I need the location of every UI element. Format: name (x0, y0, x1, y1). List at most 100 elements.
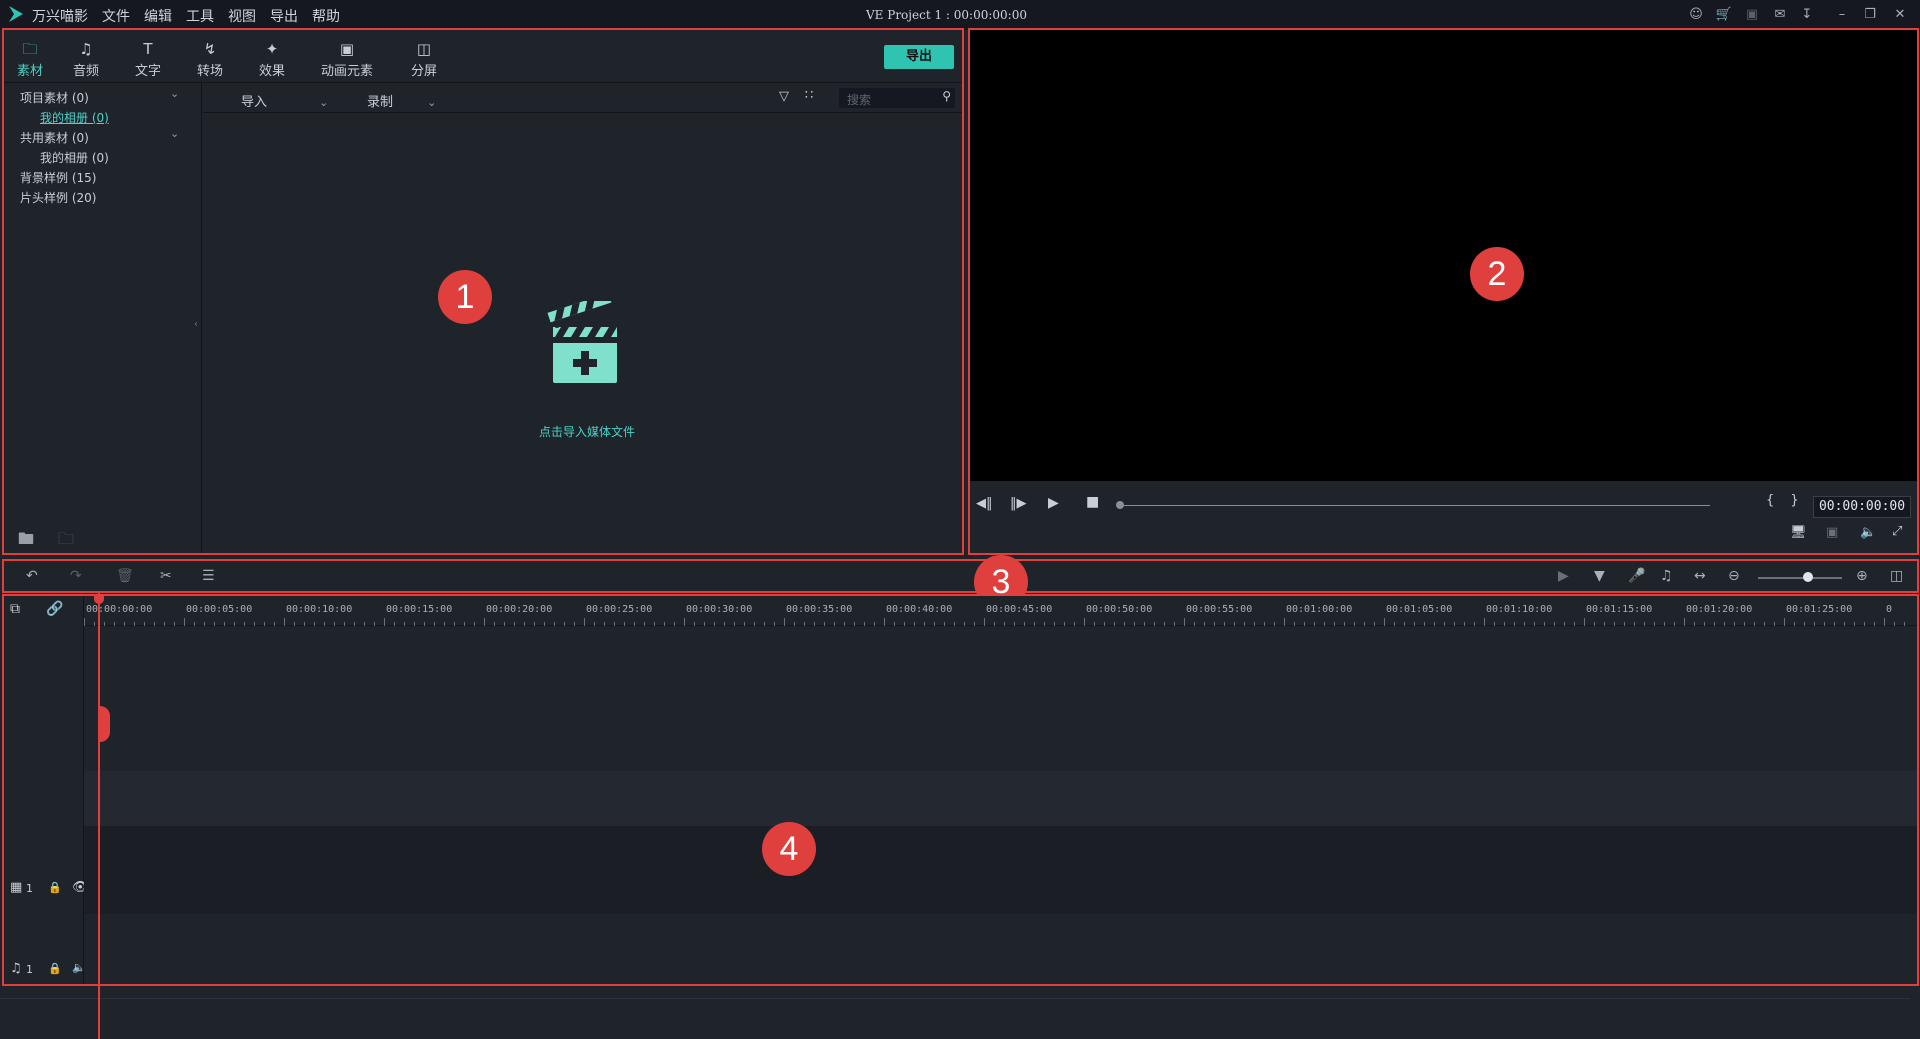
progress-track[interactable] (1120, 505, 1710, 506)
ruler-tick (84, 618, 85, 626)
snapshot-icon[interactable]: ▣ (1826, 525, 1838, 540)
undo-icon[interactable]: ↶ (26, 568, 38, 584)
delete-icon[interactable]: 🗑 (116, 568, 134, 584)
tab-label: 转场 (196, 64, 223, 79)
sidebar-item-project-media[interactable]: 项目素材 (0) (20, 89, 89, 106)
import-media-icon[interactable] (545, 293, 625, 385)
grid-view-icon[interactable]: ∷ (805, 88, 813, 103)
next-frame-icon[interactable]: ‖▶ (1010, 496, 1027, 511)
play-icon[interactable]: ▶ (1048, 495, 1059, 511)
callout-2: 2 (1470, 247, 1524, 301)
tab-transition[interactable]: ↯ 转场 (184, 40, 236, 79)
timeline-ruler[interactable]: 00:00:00:00 00:00:05:00 00:00:10:00 00:00:1… (84, 596, 1917, 626)
download-icon[interactable]: ↧ (1797, 5, 1817, 25)
add-track-icon[interactable]: ⧉ (10, 601, 20, 617)
menu-view[interactable]: 视图 (228, 6, 256, 26)
search-input[interactable]: 搜索 ⚲ (839, 88, 955, 108)
title-bar: 万兴喵影 文件 编辑 工具 视图 导出 帮助 VE Project 1 : 00… (0, 0, 1920, 30)
import-media-hint[interactable]: 点击导入媒体文件 (527, 423, 647, 440)
callout-4: 4 (762, 822, 816, 876)
restore-icon[interactable]: ❐ (1860, 5, 1880, 25)
zoom-in-icon[interactable]: ⊕ (1856, 568, 1868, 584)
import-label: 导入 (241, 95, 268, 110)
menu-file[interactable]: 文件 (102, 6, 130, 26)
media-subbar: 导入 ⌄ 录制 ⌄ ▽ ∷ 搜索 ⚲ (203, 83, 962, 113)
zoom-slider[interactable] (1758, 577, 1842, 579)
filter-icon[interactable]: ▽ (779, 89, 789, 104)
marker-icon[interactable]: ▼ (1594, 568, 1605, 584)
video-track[interactable] (84, 826, 1917, 914)
sidebar-item-intros[interactable]: 片头样例 (20) (20, 189, 96, 206)
prev-frame-icon[interactable]: ◀‖ (976, 496, 993, 511)
tab-audio[interactable]: ♫ 音频 (60, 40, 112, 79)
close-icon[interactable]: ✕ (1890, 5, 1910, 25)
timeline-track-band[interactable] (84, 771, 1917, 826)
video-track-number: 1 (26, 882, 33, 895)
menu-export[interactable]: 导出 (270, 6, 298, 26)
collapse-handle-icon[interactable]: ‹ (194, 319, 198, 330)
menu-edit[interactable]: 编辑 (144, 6, 172, 26)
redo-icon[interactable]: ↷ (70, 568, 82, 584)
audio-track[interactable] (84, 914, 1917, 984)
edit-toolbar: ↶ ↷ 🗑 ✂ ☰ ▶ ▼ 🎤 ♫ ↔ ⊖ ⊕ ◫ 3 (2, 555, 1919, 609)
ruler-label: 00:00:35:00 (786, 604, 853, 615)
ruler-tick (884, 618, 885, 626)
tab-split-screen[interactable]: ◫ 分屏 (398, 40, 450, 79)
export-button[interactable]: 导出 (884, 45, 954, 69)
tab-effects[interactable]: ✦ 效果 (246, 40, 298, 79)
playhead-top[interactable] (94, 594, 104, 604)
ruler-tick (984, 618, 985, 626)
fit-timeline-icon[interactable]: ↔ (1694, 568, 1706, 584)
ruler-tick (484, 618, 485, 626)
ruler-label: 00:00:40:00 (886, 604, 953, 615)
menu-tools[interactable]: 工具 (186, 6, 214, 26)
save-icon[interactable]: ▣ (1742, 5, 1762, 25)
audio-mixer-icon[interactable]: ♫ (1660, 568, 1673, 584)
zoom-slider-handle[interactable] (1803, 572, 1813, 582)
minimize-icon[interactable]: – (1832, 5, 1852, 25)
adjust-icon[interactable]: ☰ (202, 568, 215, 584)
chevron-down-icon[interactable]: ⌄ (170, 127, 179, 140)
ruler-tick (1684, 618, 1685, 626)
playhead[interactable] (98, 592, 100, 1039)
fullscreen-icon[interactable]: ⤢ (1892, 524, 1902, 539)
cart-icon[interactable]: 🛒 (1714, 5, 1734, 25)
ruler-label: 00:00:00:00 (86, 604, 153, 615)
layout-toggle-icon[interactable]: ◫ (1890, 568, 1903, 584)
mail-icon[interactable]: ✉ (1770, 5, 1790, 25)
render-preview-icon[interactable]: ▶ (1558, 568, 1569, 584)
sidebar-item-shared-media[interactable]: 共用素材 (0) (20, 129, 89, 146)
volume-icon[interactable]: 🔈 (1860, 525, 1876, 540)
tab-text[interactable]: T 文字 (122, 40, 174, 79)
microphone-icon[interactable]: 🎤 (1628, 568, 1645, 584)
lock-icon[interactable]: 🔒 (48, 881, 62, 894)
ruler-label: 00:01:10:00 (1486, 604, 1553, 615)
menu-help[interactable]: 帮助 (312, 6, 340, 26)
mark-in-out-icon[interactable]: { } (1766, 493, 1805, 508)
tab-media[interactable]: 🗀 素材 (4, 40, 56, 79)
import-dropdown[interactable]: 导入 ⌄ (241, 91, 328, 110)
lock-icon[interactable]: 🔒 (48, 962, 62, 975)
ruler-tick (1184, 618, 1185, 626)
delete-folder-icon[interactable]: 🗀 (58, 528, 74, 555)
ruler-tick (184, 618, 185, 626)
tab-label: 动画元素 (320, 64, 373, 79)
progress-handle[interactable] (1116, 501, 1124, 509)
link-icon[interactable]: 🔗 (46, 601, 63, 617)
chevron-down-icon[interactable]: ⌄ (170, 87, 179, 100)
account-icon[interactable]: ☺ (1686, 5, 1706, 25)
sidebar-item-shared-album[interactable]: 我的相册 (0) (40, 149, 109, 166)
playhead-grip[interactable] (98, 706, 110, 742)
sidebar-item-my-album[interactable]: 我的相册 (0) (40, 109, 109, 126)
cut-icon[interactable]: ✂ (160, 568, 172, 584)
ruler-tick (284, 618, 285, 626)
new-folder-icon[interactable]: 🖿 (18, 528, 34, 555)
sidebar-item-backgrounds[interactable]: 背景样例 (15) (20, 169, 96, 186)
search-icon[interactable]: ⚲ (942, 89, 951, 103)
timeline-track-area[interactable] (84, 626, 1917, 771)
display-settings-icon[interactable]: 🖥 (1790, 525, 1807, 540)
record-dropdown[interactable]: 录制 ⌄ (367, 91, 436, 110)
stop-icon[interactable]: ■ (1086, 494, 1099, 510)
zoom-out-icon[interactable]: ⊖ (1728, 568, 1740, 584)
tab-elements[interactable]: ▣ 动画元素 (308, 40, 386, 79)
